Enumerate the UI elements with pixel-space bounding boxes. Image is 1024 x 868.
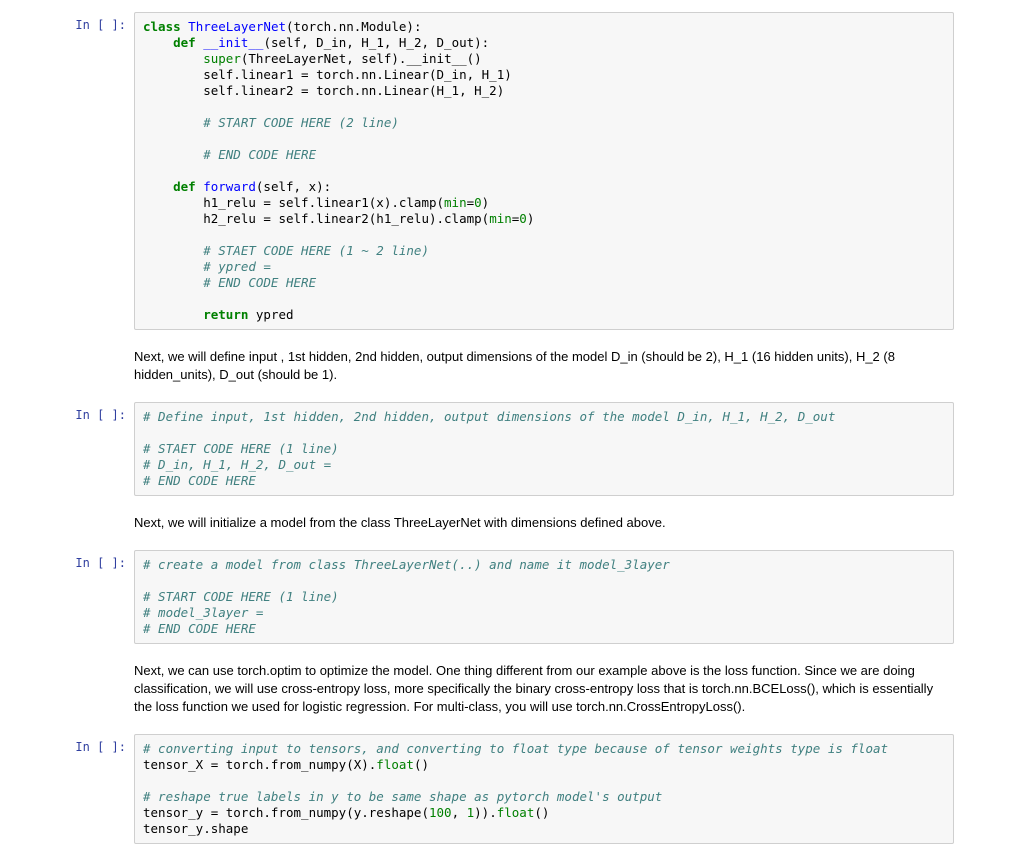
kwarg-min: min	[444, 195, 467, 210]
code-cell: In [ ]: # Define input, 1st hidden, 2nd …	[0, 398, 1024, 500]
markdown-cell: In [ ]: Next, we can use torch.optim to …	[0, 648, 1024, 730]
method-name: forward	[203, 179, 256, 194]
input-prompt: In [ ]:	[70, 550, 134, 570]
kwarg-min: min	[489, 211, 512, 226]
keyword-def: def	[173, 179, 196, 194]
code-input[interactable]: # Define input, 1st hidden, 2nd hidden, …	[134, 402, 954, 496]
class-name: ThreeLayerNet	[188, 19, 286, 34]
comment: # converting input to tensors, and conve…	[143, 741, 888, 756]
markdown-text: Next, we will define input , 1st hidden,…	[134, 342, 954, 390]
comment: # D_in, H_1, H_2, D_out =	[143, 457, 331, 472]
notebook: In [ ]: class ThreeLayerNet(torch.nn.Mod…	[0, 0, 1024, 868]
builtin-float: float	[376, 757, 414, 772]
builtin-super: super	[203, 51, 241, 66]
comment: # END CODE HERE	[143, 621, 256, 636]
code-cell: In [ ]: class ThreeLayerNet(torch.nn.Mod…	[0, 8, 1024, 334]
empty-prompt: In [ ]:	[70, 342, 134, 362]
comment: # START CODE HERE (1 line)	[143, 589, 339, 604]
markdown-cell: In [ ]: Next, we will initialize a model…	[0, 500, 1024, 546]
input-prompt: In [ ]:	[70, 12, 134, 32]
markdown-cell: In [ ]: Next, we will define input , 1st…	[0, 334, 1024, 398]
comment: # END CODE HERE	[143, 147, 316, 162]
code-input[interactable]: # create a model from class ThreeLayerNe…	[134, 550, 954, 644]
empty-prompt: In [ ]:	[70, 508, 134, 528]
keyword-def: def	[173, 35, 196, 50]
code-cell: In [ ]: # converting input to tensors, a…	[0, 730, 1024, 848]
input-prompt: In [ ]:	[70, 734, 134, 754]
comment: # START CODE HERE (2 line)	[143, 115, 399, 130]
comment: # END CODE HERE	[143, 473, 256, 488]
comment: # create a model from class ThreeLayerNe…	[143, 557, 670, 572]
comment: # model_3layer =	[143, 605, 263, 620]
comment: # Define input, 1st hidden, 2nd hidden, …	[143, 409, 835, 424]
comment: # END CODE HERE	[143, 275, 316, 290]
comment: # reshape true labels in y to be same sh…	[143, 789, 662, 804]
markdown-text: Next, we can use torch.optim to optimize…	[134, 656, 954, 722]
empty-prompt: In [ ]:	[70, 656, 134, 676]
code-input[interactable]: class ThreeLayerNet(torch.nn.Module): de…	[134, 12, 954, 330]
code-input[interactable]: # converting input to tensors, and conve…	[134, 734, 954, 844]
keyword-return: return	[203, 307, 248, 322]
code-cell: In [ ]: # create a model from class Thre…	[0, 546, 1024, 648]
keyword-class: class	[143, 19, 181, 34]
comment: # STAET CODE HERE (1 ~ 2 line)	[143, 243, 429, 258]
input-prompt: In [ ]:	[70, 402, 134, 422]
markdown-text: Next, we will initialize a model from th…	[134, 508, 954, 538]
comment: # ypred =	[143, 259, 271, 274]
method-name: __init__	[203, 35, 263, 50]
comment: # STAET CODE HERE (1 line)	[143, 441, 339, 456]
builtin-float: float	[497, 805, 535, 820]
